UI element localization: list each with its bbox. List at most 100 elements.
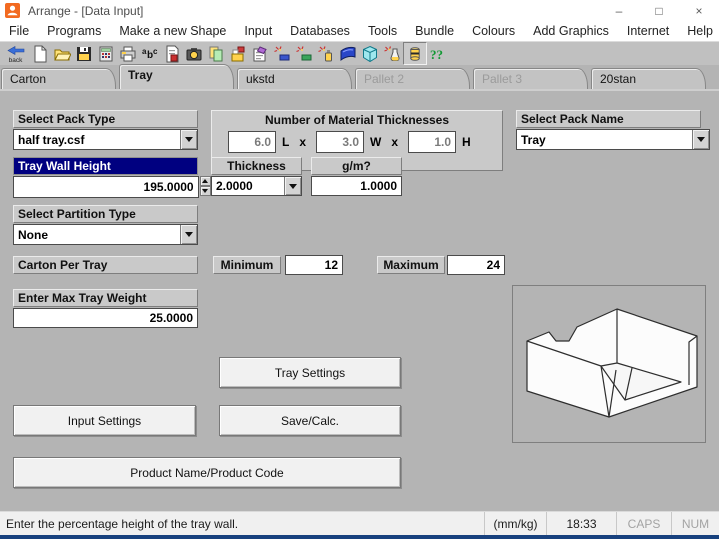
cube-3d-button[interactable] — [359, 43, 381, 64]
tray-preview-panel — [512, 285, 706, 443]
tray-settings-button[interactable]: Tray Settings — [219, 357, 401, 388]
partition-type-select[interactable]: None — [13, 224, 198, 245]
chevron-down-icon[interactable] — [692, 130, 709, 149]
tab-pallet-3[interactable]: Pallet 3 — [473, 68, 588, 89]
tab-bar: CartonTrayukstdPallet 2Pallet 320stan — [1, 65, 719, 89]
menu-item-internet[interactable]: Internet — [618, 24, 678, 38]
minimum-label: Minimum — [213, 256, 281, 274]
tab-ukstd[interactable]: ukstd — [237, 68, 352, 89]
thickness-select[interactable]: 2.0000 — [211, 176, 302, 196]
spell-check-icon: abc — [141, 45, 159, 63]
save-calc-button[interactable]: Save/Calc. — [219, 405, 401, 436]
tab-20stan[interactable]: 20stan — [591, 68, 706, 89]
toolbar: back abc?? — [0, 42, 719, 65]
arrange-blue-pallet-icon — [273, 45, 291, 63]
help-button[interactable]: ?? — [427, 43, 449, 64]
back-button[interactable]: back — [2, 43, 29, 65]
arrange-bottle-button[interactable] — [315, 43, 337, 64]
pack-name-label: Select Pack Name — [516, 110, 701, 128]
calculator-button[interactable] — [95, 43, 117, 64]
bundle-icon — [229, 45, 247, 63]
spinner-buttons — [200, 176, 211, 196]
multiply-separator: x — [391, 135, 398, 149]
properties-icon — [251, 45, 269, 63]
pack-type-select[interactable]: half tray.csf — [13, 129, 198, 150]
open-folder-icon — [53, 45, 71, 63]
arrange-blue-pallet-button[interactable] — [271, 43, 293, 64]
spray-flask-button[interactable] — [381, 43, 403, 64]
camera-button[interactable] — [183, 43, 205, 64]
bundle-button[interactable] — [227, 43, 249, 64]
multiply-separator: x — [299, 135, 306, 149]
maximum-input[interactable]: 24 — [447, 255, 505, 275]
height-thickness-input[interactable]: 1.0 — [408, 131, 456, 153]
gsm-input[interactable]: 1.0000 — [311, 176, 402, 196]
caps-lock-indicator: CAPS — [616, 512, 671, 535]
menu-item-add-graphics[interactable]: Add Graphics — [524, 24, 618, 38]
arrange-green-pallet-button[interactable] — [293, 43, 315, 64]
input-settings-button[interactable]: Input Settings — [13, 405, 196, 436]
status-bar: Enter the percentage height of the tray … — [0, 511, 719, 535]
max-tray-weight-input[interactable]: 25.0000 — [13, 308, 198, 328]
chevron-down-icon[interactable] — [180, 225, 197, 244]
report-button[interactable] — [161, 43, 183, 64]
back-button-label: back — [9, 58, 23, 65]
partition-type-label: Select Partition Type — [13, 205, 198, 223]
spin-up-icon[interactable] — [200, 176, 211, 186]
close-button[interactable]: × — [679, 0, 719, 21]
clock-indicator: 18:33 — [546, 512, 616, 535]
pack-name-select[interactable]: Tray — [516, 129, 710, 150]
app-logo-icon — [5, 3, 20, 18]
menu-item-file[interactable]: File — [0, 24, 38, 38]
menu-item-programs[interactable]: Programs — [38, 24, 110, 38]
menu-item-colours[interactable]: Colours — [463, 24, 524, 38]
chevron-down-icon[interactable] — [284, 177, 301, 195]
thickness-value: 2.0000 — [212, 177, 284, 195]
tab-carton[interactable]: Carton — [1, 68, 116, 89]
tab-pallet-2[interactable]: Pallet 2 — [355, 68, 470, 89]
menu-item-bundle[interactable]: Bundle — [406, 24, 463, 38]
maximize-button[interactable]: □ — [639, 0, 679, 21]
pack-type-label: Select Pack Type — [13, 110, 198, 128]
tray-wall-height-input[interactable]: 195.0000 — [13, 176, 199, 198]
chevron-down-icon[interactable] — [180, 130, 197, 149]
book-icon — [339, 45, 357, 63]
menu-item-help[interactable]: Help — [678, 24, 719, 38]
print-icon — [119, 45, 137, 63]
arrange-bottle-icon — [317, 45, 335, 63]
can-button[interactable] — [403, 42, 427, 65]
minimize-button[interactable]: – — [599, 0, 639, 21]
copy-icon — [207, 45, 225, 63]
print-button[interactable] — [117, 43, 139, 64]
title-bar: Arrange - [Data Input] – □ × — [0, 0, 719, 21]
tab-tray[interactable]: Tray — [119, 64, 234, 89]
open-folder-button[interactable] — [51, 43, 73, 64]
menu-bar: FileProgramsMake a new ShapeInputDatabas… — [0, 21, 719, 42]
length-thickness-input[interactable]: 6.0 — [228, 131, 276, 153]
minimum-input[interactable]: 12 — [285, 255, 343, 275]
tray-wall-height-label: Tray Wall Height — [13, 157, 198, 175]
book-button[interactable] — [337, 43, 359, 64]
new-document-button[interactable] — [29, 43, 51, 64]
svg-text:??: ?? — [430, 47, 443, 62]
tray-wall-height-stepper: 195.0000 — [13, 176, 211, 196]
length-label: L — [282, 135, 289, 149]
camera-icon — [185, 45, 203, 63]
width-thickness-input[interactable]: 3.0 — [316, 131, 364, 153]
menu-item-input[interactable]: Input — [235, 24, 281, 38]
menu-item-databases[interactable]: Databases — [281, 24, 359, 38]
properties-button[interactable] — [249, 43, 271, 64]
pack-type-value: half tray.csf — [14, 130, 180, 149]
save-button[interactable] — [73, 43, 95, 64]
maximum-label: Maximum — [377, 256, 445, 274]
menu-item-tools[interactable]: Tools — [359, 24, 406, 38]
copy-button[interactable] — [205, 43, 227, 64]
spell-check-button[interactable]: abc — [139, 43, 161, 64]
taskbar-edge — [0, 535, 719, 539]
menu-item-make-a-new-shape[interactable]: Make a new Shape — [110, 24, 235, 38]
material-thicknesses-row: 6.0 L x 3.0 W x 1.0 H — [212, 131, 502, 153]
spin-down-icon[interactable] — [200, 186, 211, 196]
window-controls: – □ × — [599, 0, 719, 21]
product-name-code-button[interactable]: Product Name/Product Code — [13, 457, 401, 488]
window-title: Arrange - [Data Input] — [28, 4, 143, 18]
